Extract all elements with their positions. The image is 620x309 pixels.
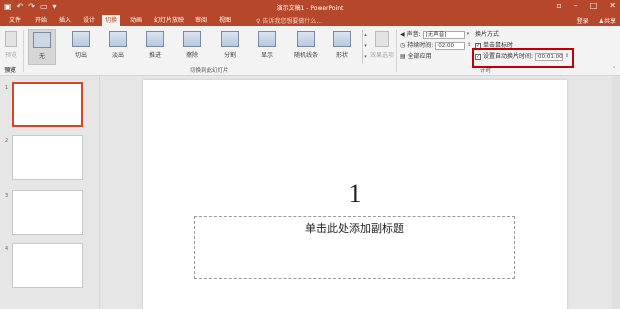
ribbon-tabs: 文件 开始 插入 设计 切换 动画 幻灯片放映 审阅 视图 ♀ 告诉我您想要做什… [0,14,620,26]
tab-slideshow[interactable]: 幻灯片放映 [151,15,187,26]
slide-number: 1 [5,85,9,91]
tab-transitions[interactable]: 切换 [102,15,121,26]
tab-insert[interactable]: 插入 [56,15,74,26]
reveal-transition-icon [258,31,276,47]
window-title: 演示文稿1 - PowerPoint [276,5,344,12]
close-icon[interactable]: ✕ [609,1,616,10]
collapse-ribbon-icon[interactable]: ⌃ [612,66,616,72]
sound-select[interactable]: [无声音] [422,30,465,39]
slide-number: 2 [5,138,9,144]
effect-options-button[interactable]: 效果选项 [370,29,394,65]
chevron-down-icon[interactable]: ▾ [363,41,368,52]
transition-fade[interactable]: 淡出 [104,29,132,65]
subtitle-placeholder[interactable]: 单击此处添加副标题 [194,216,515,279]
duration-field[interactable]: 02.00 [435,41,466,50]
gallery-scroll[interactable]: ▴ ▾ ▾ [362,30,368,64]
tab-view[interactable]: 视图 [216,15,234,26]
preview-button[interactable]: 预览 [2,29,20,65]
vertical-scrollbar[interactable] [612,76,620,309]
none-transition-icon [33,32,51,48]
title-bar: ▣ ↶ ↷ ▭ ▾ 演示文稿1 - PowerPoint ▫ – □ ✕ [0,0,620,14]
transition-cut[interactable]: 切出 [67,29,95,65]
transition-wipe[interactable]: 擦除 [178,29,206,65]
slide-number: 3 [5,193,9,199]
tab-animations[interactable]: 动画 [127,15,145,26]
pane-label: 预览 [4,67,17,74]
slide-editor: 1 单击此处添加副标题 [101,76,620,309]
login-link[interactable]: 登录 [577,16,589,25]
window-controls: ▫ – □ ✕ [556,1,616,10]
tab-home[interactable]: 开始 [32,15,50,26]
slide-thumbnail-3[interactable] [12,190,83,235]
sound-icon: ◀ [400,31,405,38]
spinner-icon[interactable]: ⇕ [467,41,471,50]
tab-review[interactable]: 审阅 [192,15,210,26]
minimize-icon[interactable]: – [574,1,578,10]
highlight-box [472,48,574,68]
transition-push[interactable]: 推进 [141,29,169,65]
transition-split[interactable]: 分割 [216,29,244,65]
sound-row: ◀ 声音: [无声音] ▾ [400,30,470,39]
apply-all-icon: ▤ [400,53,406,60]
slide-number: 4 [5,246,9,252]
cut-transition-icon [72,31,90,47]
push-transition-icon [146,31,164,47]
slide-title[interactable]: 1 [143,179,567,209]
account-area: 登录 ♟共享 [577,16,616,25]
duration-row: ◷ 持续时间: 02.00 ⇕ [400,41,472,50]
clock-icon: ◷ [400,42,406,49]
random-bars-transition-icon [297,31,315,47]
group-divider [396,30,397,72]
wipe-transition-icon [183,31,201,47]
apply-all-button[interactable]: ▤ 全部应用 [400,52,432,61]
shape-transition-icon [333,31,351,47]
transition-none[interactable]: 无 [28,29,56,65]
share-button[interactable]: ♟共享 [599,16,616,25]
chevron-up-icon[interactable]: ▴ [363,30,368,41]
slides-pane: 1 2 3 4 [0,76,100,309]
slide-canvas[interactable]: 1 单击此处添加副标题 [143,80,567,309]
group-divider [23,30,24,72]
transitions-group-label: 切换到此幻灯片 [190,68,229,74]
transition-shape[interactable]: 形状 [328,29,356,65]
effect-options-icon [375,31,389,47]
dropdown-arrow-icon[interactable]: ▾ [467,30,470,39]
split-transition-icon [221,31,239,47]
tab-file[interactable]: 文件 [6,15,24,26]
preview-icon [5,31,17,47]
slide-thumbnail-2[interactable] [12,135,83,180]
fade-transition-icon [109,31,127,47]
ribbon-display-icon[interactable]: ▫ [556,1,561,10]
tell-me-box[interactable]: ♀ 告诉我您想要做什么... [256,16,322,25]
slide-thumbnail-1[interactable] [12,82,83,127]
advance-title: 换片方式 [475,31,500,38]
tab-design[interactable]: 设计 [80,15,98,26]
transition-reveal[interactable]: 显示 [253,29,281,65]
gallery-more-icon[interactable]: ▾ [363,52,368,63]
maximize-icon[interactable]: □ [590,1,598,10]
slide-thumbnail-4[interactable] [12,243,83,288]
transition-random-bars[interactable]: 随机线条 [290,29,322,65]
